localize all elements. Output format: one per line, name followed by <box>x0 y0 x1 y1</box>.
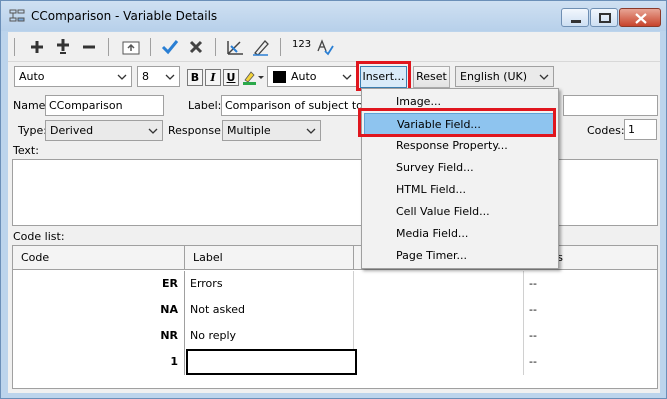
numbering-icon[interactable]: 123 <box>292 39 311 50</box>
menu-item-response-property[interactable]: Response Property... <box>364 135 556 157</box>
dialog-client-area: 123 Auto 8 B I U Auto Insert... Reset En… <box>8 32 660 393</box>
text-color-select[interactable]: Auto <box>267 66 357 87</box>
underline-button[interactable]: U <box>223 69 239 86</box>
codes-field[interactable]: 1 <box>624 119 657 140</box>
response-value: Multiple <box>227 124 271 137</box>
name-label: Name: <box>13 99 50 112</box>
import-icon[interactable] <box>120 36 142 58</box>
maximize-button[interactable] <box>590 8 618 27</box>
chevron-down-icon <box>539 74 549 80</box>
cell-3[interactable] <box>354 297 524 323</box>
menu-item-survey-field[interactable]: Survey Field... <box>364 157 556 179</box>
cell-3[interactable] <box>354 323 524 349</box>
code-cell[interactable]: NA <box>13 297 185 323</box>
check-icon[interactable] <box>159 36 181 58</box>
codes-field-value: 1 <box>628 123 635 136</box>
toolbar-separator <box>215 38 216 56</box>
main-toolbar: 123 <box>8 32 660 62</box>
label-cell[interactable]: Not asked <box>185 297 354 323</box>
response-label: Response: <box>168 124 225 137</box>
type-label: Type: <box>18 124 47 137</box>
menu-item-media-field[interactable]: Media Field... <box>364 223 556 245</box>
toolbar-separator <box>280 38 281 56</box>
code-list-header: Code Label Is <box>13 246 657 270</box>
maximize-icon <box>599 13 611 23</box>
text-label: Text: <box>13 144 39 157</box>
menu-item-cell-value-field[interactable]: Cell Value Field... <box>364 201 556 223</box>
ruler-icon[interactable] <box>224 36 246 58</box>
table-row[interactable]: 1 -- <box>13 349 657 375</box>
column-header-code[interactable]: Code <box>13 246 185 270</box>
variable-app-icon <box>9 9 25 22</box>
response-select[interactable]: Multiple <box>222 120 321 141</box>
label-field-extension[interactable] <box>563 95 658 116</box>
add-multiple-icon[interactable] <box>52 36 74 58</box>
cell-3[interactable] <box>354 349 524 375</box>
cancel-icon[interactable] <box>185 36 207 58</box>
spell-check-icon[interactable] <box>314 36 336 58</box>
window-title: CComparison - Variable Details <box>31 9 218 23</box>
name-field[interactable]: CComparison <box>45 95 164 116</box>
language-select[interactable]: English (UK) <box>455 66 554 87</box>
table-row[interactable]: NR No reply -- <box>13 323 657 349</box>
cell-4[interactable]: -- <box>524 349 657 375</box>
question-text-area[interactable] <box>12 159 658 226</box>
name-field-value: CComparison <box>49 99 123 112</box>
codes-label: Codes: <box>587 124 625 137</box>
chevron-down-icon <box>342 74 352 80</box>
variable-details-window: CComparison - Variable Details 123 Auto … <box>0 0 667 399</box>
chevron-down-icon <box>148 128 158 134</box>
label-field[interactable]: Comparison of subject to all le <box>221 95 371 116</box>
highlight-color-icon[interactable] <box>241 68 265 87</box>
color-swatch <box>273 71 286 83</box>
insert-button-highlight <box>356 61 411 91</box>
text-color-value: Auto <box>291 70 317 83</box>
title-bar[interactable]: CComparison - Variable Details <box>1 1 666 31</box>
cell-4[interactable]: -- <box>524 297 657 323</box>
label-label: Label: <box>188 99 222 112</box>
toolbar-separator <box>14 38 15 56</box>
remove-icon[interactable] <box>78 36 100 58</box>
label-cell[interactable]: Errors <box>185 271 354 297</box>
label-cell[interactable]: No reply <box>185 323 354 349</box>
minimize-button[interactable] <box>561 8 589 27</box>
menu-item-page-timer[interactable]: Page Timer... <box>364 245 556 267</box>
reset-button[interactable]: Reset <box>413 66 450 88</box>
code-cell[interactable]: NR <box>13 323 185 349</box>
code-list-grid: Code Label Is ER Errors -- NA Not asked … <box>12 245 658 389</box>
close-icon <box>635 13 647 24</box>
close-button[interactable] <box>619 8 661 27</box>
font-size-value: 8 <box>142 70 149 83</box>
italic-button[interactable]: I <box>205 69 221 86</box>
chevron-down-icon <box>117 74 127 80</box>
label-field-value: Comparison of subject to all le <box>225 99 369 112</box>
code-cell[interactable]: ER <box>13 271 185 297</box>
chevron-down-icon <box>165 74 175 80</box>
menu-item-html-field[interactable]: HTML Field... <box>364 179 556 201</box>
variable-field-highlight <box>358 108 556 137</box>
table-row[interactable]: NA Not asked -- <box>13 297 657 323</box>
minimize-icon <box>571 20 581 23</box>
bold-button[interactable]: B <box>187 69 203 86</box>
add-icon[interactable] <box>26 36 48 58</box>
toolbar-separator <box>108 38 109 56</box>
code-list-label: Code list: <box>13 230 65 243</box>
column-header-label[interactable]: Label <box>185 246 354 270</box>
label-edit-field[interactable] <box>186 349 357 375</box>
font-select[interactable]: Auto <box>14 66 132 87</box>
cell-3[interactable] <box>354 271 524 297</box>
type-select[interactable]: Derived <box>45 120 163 141</box>
code-cell[interactable]: 1 <box>13 349 185 375</box>
pen-icon[interactable] <box>250 36 272 58</box>
toolbar-separator <box>150 38 151 56</box>
font-size-select[interactable]: 8 <box>137 66 180 87</box>
language-value: English (UK) <box>460 70 528 83</box>
cell-4[interactable]: -- <box>524 323 657 349</box>
type-value: Derived <box>50 124 94 137</box>
cell-4[interactable]: -- <box>524 271 657 297</box>
table-row[interactable]: ER Errors -- <box>13 271 657 297</box>
font-value: Auto <box>19 70 45 83</box>
chevron-down-icon <box>306 128 316 134</box>
